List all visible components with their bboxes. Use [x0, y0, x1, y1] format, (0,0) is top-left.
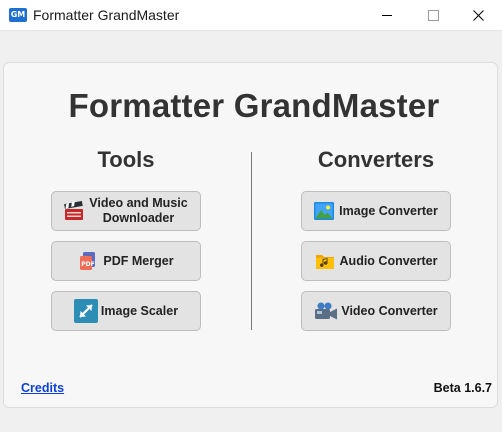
section-divider [251, 152, 252, 330]
video-music-downloader-label: Video and Music Downloader [89, 196, 188, 225]
audio-converter-button[interactable]: Audio Converter [301, 241, 451, 281]
converters-heading: Converters [317, 147, 435, 172]
window-title: Formatter GrandMaster [33, 7, 180, 23]
clapperboard-icon [63, 200, 84, 221]
image-landscape-icon [314, 201, 335, 221]
svg-text:PDF: PDF [82, 261, 95, 268]
music-folder-icon [315, 251, 335, 271]
image-scaler-button[interactable]: Image Scaler [51, 291, 201, 331]
resize-arrow-icon [73, 299, 98, 323]
image-converter-label: Image Converter [339, 203, 438, 218]
close-icon [473, 10, 484, 21]
tools-heading: Tools [97, 147, 155, 172]
audio-converter-label: Audio Converter [339, 253, 438, 268]
page-title: Formatter GrandMaster [68, 87, 440, 124]
pdf-merger-button[interactable]: PDF PDF Merger [51, 241, 201, 281]
image-converter-button[interactable]: Image Converter [301, 191, 451, 231]
video-camera-icon [314, 301, 338, 321]
video-converter-label: Video Converter [341, 303, 438, 318]
credits-link[interactable]: Credits [21, 381, 64, 395]
minimize-button[interactable] [364, 0, 410, 31]
maximize-button[interactable] [410, 0, 456, 31]
version-label: Beta 1.6.7 [433, 381, 492, 395]
title-bar: GM Formatter GrandMaster [0, 0, 502, 31]
close-button[interactable] [456, 0, 502, 31]
video-converter-button[interactable]: Video Converter [301, 291, 451, 331]
pdf-icon: PDF [78, 251, 98, 271]
video-music-downloader-button[interactable]: Video and Music Downloader [51, 191, 201, 231]
image-scaler-label: Image Scaler [100, 303, 179, 318]
pdf-merger-label: PDF Merger [103, 253, 174, 268]
app-logo-icon: GM [9, 8, 27, 22]
